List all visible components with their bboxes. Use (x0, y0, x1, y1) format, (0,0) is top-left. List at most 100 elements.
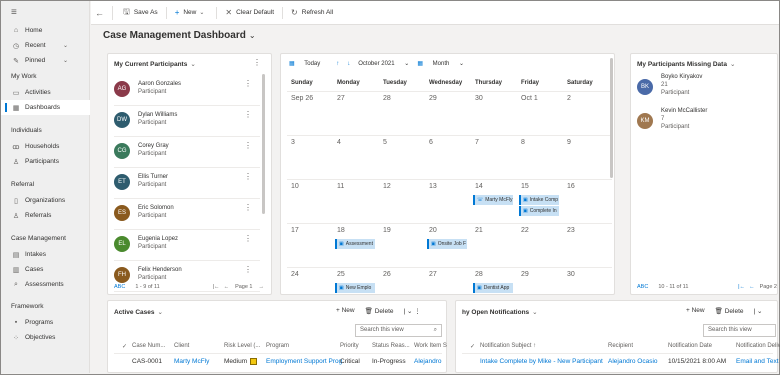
new-button[interactable]: + New (686, 307, 705, 315)
day-cell[interactable]: 26 (383, 271, 391, 278)
more-options-icon[interactable]: ⋮ (244, 265, 252, 274)
missing-item[interactable]: BK Boyko Kiryakov 21 Participant (637, 72, 773, 106)
day-cell[interactable]: 14 (475, 183, 483, 190)
column-header[interactable]: Case Num... (132, 343, 165, 349)
participant-item[interactable]: ET Ellis Turner Participant ⋮ (114, 168, 260, 199)
day-cell[interactable]: 28 (383, 95, 391, 102)
sidebar-item-referrals[interactable]: ♙ Referrals (1, 208, 90, 223)
participant-name[interactable]: Eugenia Lopez (138, 236, 178, 242)
day-cell[interactable]: 29 (429, 95, 437, 102)
missing-data-title[interactable]: My Participants Missing Data ⌄ (637, 60, 735, 68)
today-button[interactable]: ▦ Today (289, 60, 328, 67)
table-cell[interactable]: CAS-0001 (132, 358, 162, 365)
view-selector[interactable]: ▦ Month ⌄ (417, 60, 464, 67)
participant-item[interactable]: EL Eugenia Lopez Participant ⋮ (114, 230, 260, 261)
calendar-event[interactable]: ▣ Assessment (335, 239, 375, 249)
more-options-icon[interactable]: ⋮ (244, 141, 252, 150)
column-header[interactable]: Notification Deliv (736, 343, 780, 349)
calendar-event[interactable]: ☏ Marty McFly (473, 195, 513, 205)
day-cell[interactable]: 19 (383, 227, 391, 234)
day-cell[interactable]: 16 (567, 183, 575, 190)
participant-item[interactable]: ES Eric Solomon Participant ⋮ (114, 199, 260, 230)
day-cell[interactable]: 25 (337, 271, 345, 278)
day-cell[interactable]: 23 (567, 227, 575, 234)
day-cell[interactable]: 12 (383, 183, 391, 190)
day-cell[interactable]: 9 (567, 139, 571, 146)
more-options-icon[interactable]: ⋮ (244, 79, 252, 88)
table-cell[interactable]: In-Progress (372, 358, 406, 365)
column-header[interactable]: Client (174, 343, 189, 349)
calendar-event[interactable]: ▣ Intake Comp (519, 195, 559, 205)
day-cell[interactable]: 30 (475, 95, 483, 102)
day-cell[interactable]: 27 (429, 271, 437, 278)
table-cell[interactable]: Intake Complete by Mike - New Participan… (480, 358, 603, 365)
table-cell[interactable]: Alejandro Ocasio (608, 358, 658, 365)
more-options-icon[interactable]: ⋮ (244, 172, 252, 181)
delete-button[interactable]: 🗑 Delete (715, 307, 744, 315)
search-input[interactable]: Search this view ⌕ (355, 324, 442, 337)
calendar-event[interactable]: ▣ Onsite Job F (427, 239, 467, 249)
arrow-up-icon[interactable]: ↑ (336, 61, 339, 67)
column-header[interactable]: Work Item S (414, 343, 447, 349)
column-header[interactable]: Program (266, 343, 289, 349)
alphabet-filter[interactable]: ABC (114, 284, 125, 290)
page-title[interactable]: Case Management Dashboard ⌄ (103, 30, 256, 41)
table-cell[interactable]: Email and Text (736, 358, 779, 365)
first-page-icon[interactable]: |← (213, 284, 220, 290)
missing-item[interactable]: KM Kevin McCallister 7 Participant (637, 106, 773, 140)
table-cell[interactable]: 10/15/2021 8:00 AM (668, 358, 726, 365)
notifications-title[interactable]: hy Open Notifications ⌄ (462, 308, 538, 316)
more-options-icon[interactable]: | ⌄ ⋮ (404, 307, 421, 315)
column-header[interactable]: Priority (340, 343, 359, 349)
day-cell[interactable]: 10 (291, 183, 299, 190)
clear-default-button[interactable]: ✕ Clear Default (219, 8, 280, 17)
day-cell[interactable]: 13 (429, 183, 437, 190)
sidebar-item-households[interactable]: ꝏ Households (1, 139, 90, 154)
day-cell[interactable]: 3 (291, 139, 295, 146)
save-as-button[interactable]: 🖫 Save As (117, 6, 164, 20)
sidebar-item-programs[interactable]: ▪ Programs (1, 315, 90, 330)
sidebar-item-dashboards[interactable]: ▦ Dashboards (1, 100, 90, 115)
day-cell[interactable]: Oct 1 (521, 95, 538, 102)
day-cell[interactable]: 30 (567, 271, 575, 278)
table-cell[interactable]: Alejandro (414, 358, 441, 365)
sidebar-item-recent[interactable]: ◷ Recent ⌄ (1, 38, 90, 53)
participant-name[interactable]: Corey Gray (138, 143, 169, 149)
day-cell[interactable]: 6 (429, 139, 433, 146)
scrollbar[interactable] (610, 58, 613, 178)
more-options-icon[interactable]: ⋮ (244, 234, 252, 243)
month-selector[interactable]: October 2021 ⌄ (358, 60, 409, 67)
sidebar-item-pinned[interactable]: ✎ Pinned ⌄ (1, 53, 90, 68)
day-cell[interactable]: 20 (429, 227, 437, 234)
more-options-icon[interactable]: ⋮ (244, 203, 252, 212)
select-all-checkbox[interactable]: ✓ (122, 343, 127, 350)
sidebar-item-participants[interactable]: ♙ Participants (1, 154, 90, 169)
column-header[interactable]: Risk Level (... (224, 343, 260, 349)
table-cell[interactable]: Marty McFly (174, 358, 209, 365)
participant-name[interactable]: Felix Henderson (138, 267, 182, 273)
sidebar-item-activities[interactable]: ▭ Activities (1, 85, 90, 100)
participant-name[interactable]: Kevin McCallister (661, 108, 707, 114)
refresh-all-button[interactable]: ↻ Refresh All (285, 8, 339, 17)
sidebar-item-objectives[interactable]: ⁘ Objectives (1, 330, 90, 345)
prev-page-icon[interactable]: ← (749, 284, 755, 290)
participants-title[interactable]: My Current Participants ⌄ (114, 60, 196, 68)
day-cell[interactable]: 27 (337, 95, 345, 102)
day-cell[interactable]: 7 (475, 139, 479, 146)
day-cell[interactable]: 17 (291, 227, 299, 234)
sidebar-item-intakes[interactable]: ▤ Intakes (1, 247, 90, 262)
day-cell[interactable]: 5 (383, 139, 387, 146)
calendar-event[interactable]: ▣ Complete In (519, 206, 559, 216)
participant-item[interactable]: CG Corey Gray Participant ⋮ (114, 137, 260, 168)
first-page-icon[interactable]: |← (738, 284, 745, 290)
active-cases-title[interactable]: Active Cases ⌄ (114, 308, 163, 316)
day-cell[interactable]: 4 (337, 139, 341, 146)
table-cell[interactable]: Medium (224, 358, 258, 365)
day-cell[interactable]: 15 (521, 183, 529, 190)
participant-name[interactable]: Dylan Williams (138, 112, 177, 118)
sidebar-item-home[interactable]: ⌂ Home (1, 23, 90, 38)
select-all-checkbox[interactable]: ✓ (470, 343, 475, 350)
day-cell[interactable]: 18 (337, 227, 345, 234)
participant-item[interactable]: DW Dylan Williams Participant ⋮ (114, 106, 260, 137)
sidebar-item-organizations[interactable]: ▯ Organizations (1, 193, 90, 208)
